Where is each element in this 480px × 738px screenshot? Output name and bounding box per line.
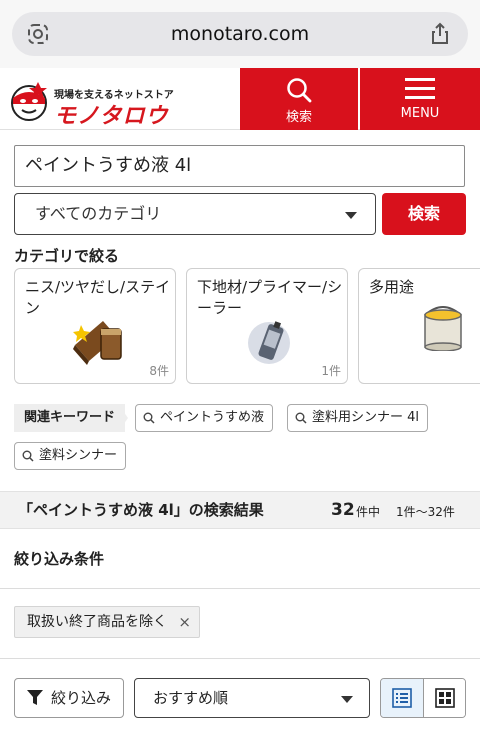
search-button[interactable]: 検索: [382, 193, 466, 235]
category-card-name: 下地材/プライマー/シーラー: [197, 278, 343, 317]
url-field[interactable]: monotaro.com: [12, 12, 468, 56]
category-card-multipurpose[interactable]: 多用途: [358, 268, 480, 384]
category-select[interactable]: すべてのカテゴリ: [14, 193, 376, 235]
close-icon[interactable]: ×: [178, 607, 191, 637]
paint-can-icon: [424, 306, 462, 351]
category-card-name: ニス/ツヤだし/ステイン: [25, 278, 171, 317]
search-icon: [22, 450, 34, 462]
search-icon: [287, 78, 312, 103]
category-card-varnish[interactable]: ニス/ツヤだし/ステイン 8件: [14, 268, 176, 384]
grid-view-button[interactable]: [424, 679, 465, 717]
hamburger-menu-icon: [405, 78, 435, 99]
results-summary-bar: 「ペイントうすめ液 4l」の検索結果 32 件中 1件〜32件: [0, 491, 480, 529]
list-view-button[interactable]: [381, 679, 424, 717]
keyword-chip[interactable]: 塗料用シンナー 4l: [287, 404, 429, 432]
logo-brand-name: モノタロウ: [54, 104, 169, 129]
search-icon: [143, 412, 155, 424]
narrow-filter-button[interactable]: 絞り込み: [14, 678, 124, 718]
keyword-chip-label: 塗料用シンナー 4l: [312, 410, 420, 425]
results-title: 「ペイントうすめ液 4l」の検索結果: [18, 501, 264, 519]
category-card-count: 1件: [321, 364, 341, 378]
browser-address-bar: monotaro.com: [0, 0, 480, 68]
share-icon[interactable]: [428, 22, 452, 46]
keyword-chip-label: ペイントうすめ液: [160, 410, 265, 425]
category-card-count: 8件: [149, 364, 169, 378]
varnish-can-icon: [73, 321, 122, 365]
sort-select-value: おすすめ順: [153, 689, 229, 707]
site-header: 現場を支えるネットストア モノタロウ 検索 MENU: [0, 68, 480, 130]
related-keywords-arrow: [118, 404, 128, 432]
grid-view-icon: [435, 688, 455, 708]
search-icon: [295, 412, 307, 424]
primer-spray-can-icon: [248, 321, 290, 364]
results-count: 32: [331, 500, 355, 520]
category-card-name: 多用途: [369, 278, 415, 296]
search-input[interactable]: ペイントうすめ液 4l: [14, 145, 465, 187]
filter-heading: 絞り込み条件: [14, 550, 105, 568]
url-text[interactable]: monotaro.com: [12, 12, 468, 56]
chevron-down-icon: [345, 212, 357, 219]
divider: [0, 588, 480, 589]
mascot-icon: [11, 82, 47, 121]
header-menu-button[interactable]: MENU: [360, 68, 480, 130]
active-filter-label: 取扱い終了商品を除く: [27, 614, 167, 630]
keyword-chip-label: 塗料シンナー: [39, 448, 118, 463]
sort-select[interactable]: おすすめ順: [134, 678, 370, 718]
header-search-button[interactable]: 検索: [240, 68, 358, 130]
view-mode-toggle: [380, 678, 466, 718]
keyword-chip[interactable]: 塗料シンナー: [14, 442, 127, 470]
chevron-down-icon: [341, 696, 353, 703]
narrow-filter-label: 絞り込み: [51, 689, 112, 707]
category-section-title: カテゴリで絞る: [14, 247, 120, 265]
active-filter-chip[interactable]: 取扱い終了商品を除く ×: [14, 606, 200, 638]
keyword-chip[interactable]: ペイントうすめ液: [135, 404, 274, 432]
category-select-value: すべてのカテゴリ: [35, 204, 162, 223]
results-range: 1件〜32件: [396, 505, 455, 519]
monotaro-logo[interactable]: 現場を支えるネットストア モノタロウ: [8, 74, 188, 129]
results-count-unit: 件中: [356, 505, 381, 519]
header-menu-label: MENU: [400, 106, 440, 121]
funnel-icon: [27, 690, 43, 705]
divider: [0, 658, 480, 659]
related-keywords-label: 関連キーワード: [14, 404, 126, 432]
list-view-icon: [392, 688, 412, 708]
category-card-primer[interactable]: 下地材/プライマー/シーラー 1件: [186, 268, 348, 384]
header-search-label: 検索: [285, 110, 312, 125]
